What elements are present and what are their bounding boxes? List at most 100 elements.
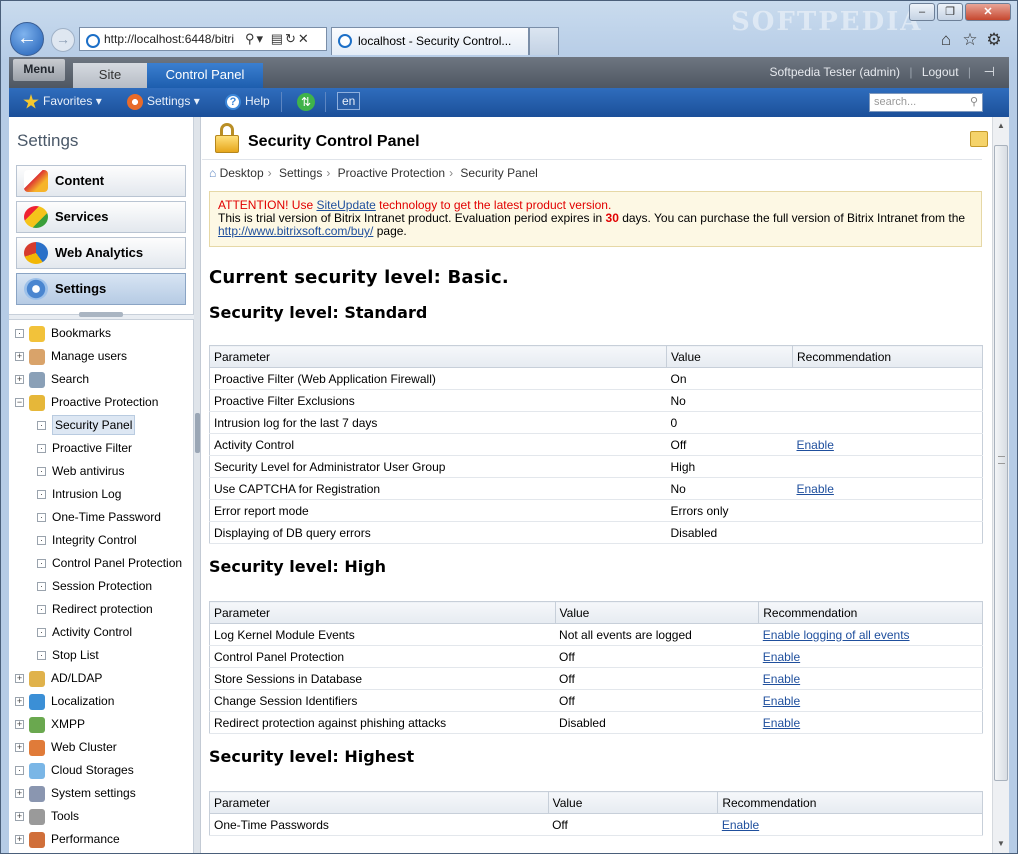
recommendation-link[interactable]: Enable	[722, 818, 759, 832]
trial-notice: ATTENTION! Use SiteUpdate technology to …	[209, 191, 982, 247]
maximize-button[interactable]: ❐	[937, 3, 963, 21]
breadcrumb-proactive[interactable]: Proactive Protection	[338, 166, 445, 180]
search-input[interactable]: search... ⚲	[869, 93, 983, 112]
section-settings[interactable]: Settings	[16, 273, 186, 305]
expand-icon[interactable]: +	[15, 352, 24, 361]
new-tab-button[interactable]	[529, 27, 559, 55]
back-button[interactable]: ←	[10, 22, 44, 56]
table-cell: Activity Control	[209, 433, 667, 456]
sidebar-item-control-panel-protection[interactable]: · Control Panel Protection	[9, 553, 194, 576]
scroll-thumb[interactable]	[994, 145, 1008, 781]
language-switch[interactable]: en	[337, 92, 361, 110]
logout-link[interactable]: Logout	[922, 65, 959, 79]
divider: |	[967, 65, 971, 79]
sidebar-divider[interactable]	[9, 312, 194, 320]
user-name[interactable]: Softpedia Tester (admin)	[770, 65, 901, 79]
sidebar-item-system-settings[interactable]: + System settings	[9, 783, 194, 806]
table-cell: No	[666, 477, 793, 500]
sidebar-item-session-protection[interactable]: · Session Protection	[9, 576, 194, 599]
recommendation-link[interactable]: Enable	[797, 482, 834, 496]
browser-tab-active[interactable]: localhost - Security Control...	[331, 27, 529, 55]
sidebar-item-web-cluster[interactable]: + Web Cluster	[9, 737, 194, 760]
expand-icon[interactable]: +	[15, 789, 24, 798]
close-button[interactable]: ✕	[965, 3, 1011, 21]
settings-menu[interactable]: Settings ▾	[127, 94, 200, 110]
buy-link[interactable]: http://www.bitrixsoft.com/buy/	[218, 224, 373, 238]
table-cell: Disabled	[666, 521, 793, 544]
user-area: Softpedia Tester (admin) | Logout |	[770, 65, 978, 79]
tab-site[interactable]: Site	[73, 63, 147, 88]
section-content[interactable]: Content	[16, 165, 186, 197]
sidebar-item-cloud-storages[interactable]: · Cloud Storages	[9, 760, 194, 783]
sidebar-item-proactive-protection[interactable]: − Proactive Protection	[9, 392, 194, 415]
recommendation-link[interactable]: Enable	[763, 694, 800, 708]
sidebar-item-localization[interactable]: + Localization	[9, 691, 194, 714]
expand-icon[interactable]: +	[15, 375, 24, 384]
sidebar-item-stop-list[interactable]: · Stop List	[9, 645, 194, 668]
sidebar-item-web-antivirus[interactable]: · Web antivirus	[9, 461, 194, 484]
level-heading: Security level: Highest	[209, 747, 415, 766]
section-label: Content	[55, 173, 105, 188]
sidebar-item-label: AD/LDAP	[51, 671, 103, 685]
recommendation-link[interactable]: Enable	[797, 438, 834, 452]
expand-icon[interactable]: +	[15, 674, 24, 683]
help-link[interactable]: ? Help	[225, 94, 270, 110]
section-web-analytics[interactable]: Web Analytics	[16, 237, 186, 269]
favorites-star-icon[interactable]: ☆	[961, 31, 979, 49]
expand-icon[interactable]: +	[15, 835, 24, 844]
column-header: Recommendation	[717, 791, 983, 814]
expand-icon[interactable]: +	[15, 743, 24, 752]
gauge-icon	[29, 832, 45, 848]
section-services[interactable]: Services	[16, 201, 186, 233]
column-header: Parameter	[209, 791, 549, 814]
table-cell: Use CAPTCHA for Registration	[209, 477, 667, 500]
recommendation-link[interactable]: Enable	[763, 650, 800, 664]
sidebar-item-xmpp[interactable]: + XMPP	[9, 714, 194, 737]
sidebar-item-intrusion-log[interactable]: · Intrusion Log	[9, 484, 194, 507]
recommendation-link[interactable]: Enable logging of all events	[763, 628, 910, 642]
favorites-menu[interactable]: Favorites ▾	[23, 94, 102, 110]
menu-button[interactable]: Menu	[13, 59, 65, 81]
forward-button[interactable]: →	[51, 28, 75, 52]
expand-icon[interactable]: +	[15, 720, 24, 729]
scroll-down-icon[interactable]: ▼	[997, 839, 1005, 848]
siteupdate-link[interactable]: SiteUpdate	[316, 198, 375, 212]
vertical-scrollbar[interactable]: ▲ ▼	[992, 117, 1009, 853]
sidebar-item-integrity-control[interactable]: · Integrity Control	[9, 530, 194, 553]
address-actions[interactable]: ⚲▾ ▤↻✕	[245, 31, 311, 47]
home-icon[interactable]: ⌂	[937, 31, 955, 49]
expand-icon[interactable]: +	[15, 697, 24, 706]
table-cell: No	[666, 389, 793, 412]
scroll-up-icon[interactable]: ▲	[997, 121, 1005, 130]
sidebar-item-security-panel[interactable]: · Security Panel	[9, 415, 194, 438]
sidebar-item-search[interactable]: + Search	[9, 369, 194, 392]
table-row: Change Session Identifiers Off Enable	[209, 689, 983, 712]
panel-splitter[interactable]	[194, 117, 201, 853]
sidebar-item-activity-control[interactable]: · Activity Control	[9, 622, 194, 645]
tab-control-panel[interactable]: Control Panel	[147, 63, 263, 88]
sidebar-item-performance[interactable]: + Performance	[9, 829, 194, 852]
sidebar-item-one-time-password[interactable]: · One-Time Password	[9, 507, 194, 530]
table-cell: Off	[555, 667, 759, 690]
sidebar-item-tools[interactable]: + Tools	[9, 806, 194, 829]
sidebar-item-ad-ldap[interactable]: + AD/LDAP	[9, 668, 194, 691]
recommendation-link[interactable]: Enable	[763, 672, 800, 686]
tools-gear-icon[interactable]: ⚙	[985, 31, 1003, 49]
security-table: Parameter Value Recommendation Log Kernel M…	[209, 601, 983, 734]
breadcrumb-desktop[interactable]: Desktop	[220, 166, 264, 180]
sidebar-item-redirect-protection[interactable]: · Redirect protection	[9, 599, 194, 622]
tab-page-icon	[338, 34, 352, 48]
sidebar-item-manage-users[interactable]: + Manage users	[9, 346, 194, 369]
leaf-icon: ·	[37, 444, 46, 453]
collapse-icon[interactable]: −	[15, 398, 24, 407]
refresh-button[interactable]: ⇅	[297, 93, 319, 111]
sidebar-item-proactive-filter[interactable]: · Proactive Filter	[9, 438, 194, 461]
gear-icon	[29, 786, 45, 802]
breadcrumb-settings[interactable]: Settings	[279, 166, 322, 180]
recommendation-link[interactable]: Enable	[763, 716, 800, 730]
expand-icon[interactable]: +	[15, 812, 24, 821]
pin-icon[interactable]: ⊣	[984, 64, 995, 80]
minimize-button[interactable]: –	[909, 3, 935, 21]
settings-link-icon[interactable]	[970, 131, 988, 147]
sidebar-item-bookmarks[interactable]: · Bookmarks	[9, 323, 194, 346]
